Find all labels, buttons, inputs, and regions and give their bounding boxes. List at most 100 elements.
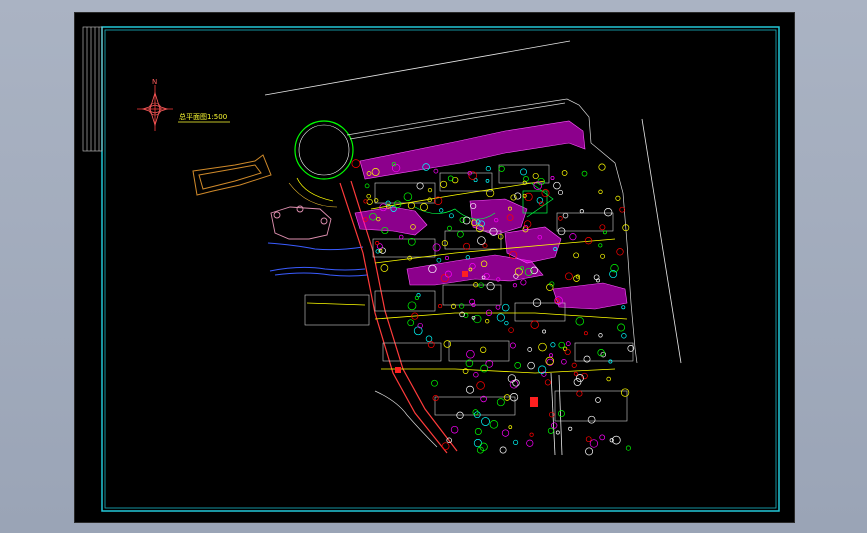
tree-symbol	[432, 395, 439, 402]
tree-symbol	[608, 359, 613, 364]
tree-symbol	[573, 252, 579, 259]
tree-symbol	[489, 420, 499, 429]
tree-symbol	[549, 353, 553, 358]
tree-symbol	[565, 341, 571, 346]
tree-symbol	[587, 415, 596, 424]
tree-symbol	[568, 426, 573, 431]
tree-symbol	[619, 206, 626, 213]
tree-symbol	[496, 313, 505, 322]
tree-symbol	[598, 163, 606, 171]
tree-symbol	[450, 425, 459, 434]
tree-symbol	[504, 320, 509, 326]
tree-symbol	[447, 175, 454, 182]
tree-symbol	[481, 417, 490, 426]
cad-viewport[interactable]: N 总平面图1:500	[74, 12, 795, 523]
tree-symbol	[557, 227, 566, 236]
tree-symbol	[598, 333, 603, 338]
tree-symbol	[495, 304, 501, 310]
tree-symbol	[448, 213, 454, 219]
tree-symbol	[351, 159, 361, 168]
tree-symbol	[621, 305, 626, 310]
tree-symbol	[496, 398, 505, 407]
tree-symbol	[457, 230, 464, 238]
tree-symbol	[473, 439, 482, 448]
tree-symbol	[503, 394, 511, 401]
water-channel	[267, 242, 368, 277]
tree-symbol	[432, 243, 441, 252]
tree-symbol	[581, 170, 588, 177]
tree-symbol	[514, 362, 522, 369]
tree-symbol	[473, 372, 479, 378]
tree-symbol	[615, 195, 621, 201]
tree-symbol	[585, 436, 592, 443]
tree-symbol	[474, 428, 482, 435]
tree-symbol	[512, 283, 517, 288]
tree-symbol	[550, 342, 556, 348]
tree-symbol	[375, 241, 380, 246]
tree-symbol	[538, 342, 547, 352]
tree-symbol	[520, 168, 527, 176]
tree-symbol	[363, 199, 368, 204]
tree-symbol	[476, 381, 485, 390]
tree-symbol	[501, 429, 510, 437]
tree-symbol	[447, 225, 452, 231]
tree-symbol	[571, 362, 577, 368]
tree-symbol	[366, 193, 371, 199]
tree-symbol	[420, 203, 428, 212]
tree-symbol	[583, 331, 588, 336]
tree-symbol	[527, 347, 533, 352]
tree-symbol	[606, 376, 611, 382]
tree-symbol	[625, 445, 631, 451]
tree-symbol	[558, 216, 563, 221]
tree-symbol	[407, 301, 417, 311]
tree-symbol	[498, 165, 505, 172]
tree-symbol	[427, 341, 435, 348]
tree-symbol	[573, 275, 580, 282]
tree-symbol	[427, 187, 433, 193]
tree-symbol	[485, 319, 490, 324]
tree-symbol	[585, 447, 594, 456]
west-building	[192, 154, 272, 196]
red-markers	[395, 271, 538, 407]
tree-symbol	[439, 208, 444, 213]
tree-symbol	[486, 282, 495, 291]
tree-symbol	[403, 192, 413, 201]
tree-symbol	[599, 224, 606, 231]
residential-rows	[354, 120, 628, 310]
tree-symbol	[557, 189, 564, 196]
tree-symbol	[562, 212, 569, 219]
tree-symbol	[598, 189, 603, 194]
tree-symbol	[621, 333, 627, 339]
pink-building	[270, 205, 332, 240]
tree-symbol	[463, 242, 471, 250]
tree-symbol	[440, 180, 448, 188]
tree-symbol	[416, 182, 424, 190]
tree-symbol	[486, 189, 495, 198]
tree-symbol	[485, 179, 490, 183]
tree-symbol	[433, 168, 439, 174]
tree-symbol	[579, 209, 584, 214]
tree-symbol	[501, 303, 510, 312]
tree-symbol	[366, 198, 373, 205]
tree-symbol	[480, 346, 487, 353]
tree-symbol	[444, 255, 450, 261]
tree-symbol	[555, 430, 560, 435]
tree-symbol	[565, 272, 573, 281]
tree-symbol	[527, 361, 535, 370]
tree-symbol	[553, 181, 561, 190]
tree-symbol	[532, 172, 539, 180]
tree-symbol	[600, 253, 606, 259]
tree-symbol	[558, 410, 565, 418]
tree-symbol	[443, 340, 452, 348]
tree-symbol	[550, 176, 555, 180]
tree-symbol	[499, 446, 507, 454]
tree-symbol	[561, 359, 567, 365]
tree-symbol	[520, 279, 527, 286]
tree-symbol	[616, 248, 624, 256]
tree-symbol	[425, 335, 433, 343]
svg-text:N: N	[152, 78, 157, 86]
tree-symbol	[508, 425, 513, 429]
tree-symbol	[544, 379, 551, 386]
tree-symbol	[438, 304, 443, 309]
road-lines	[264, 40, 682, 456]
